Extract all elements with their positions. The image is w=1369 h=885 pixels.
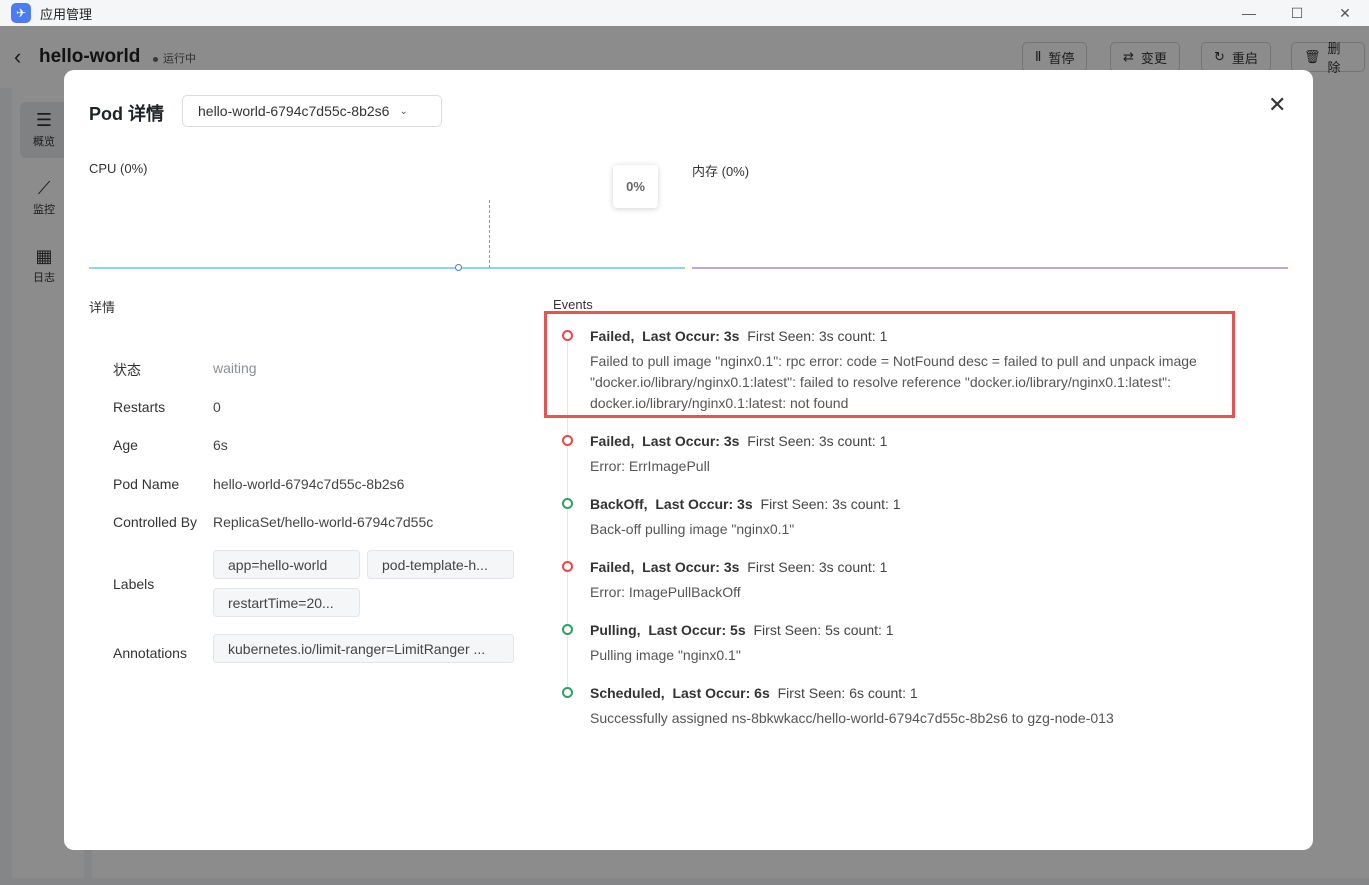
pod-detail-modal: Pod 详情 hello-world-6794c7d55c-8b2s6 ⌄ ✕ … (64, 70, 1313, 850)
modal-title: Pod 详情 (89, 104, 164, 124)
event-header: BackOff, Last Occur: 3s First Seen: 3s c… (590, 496, 901, 512)
event-header: Failed, Last Occur: 3s First Seen: 3s co… (590, 559, 887, 575)
app-title: 应用管理 (40, 6, 93, 22)
event-message: Pulling image "nginx0.1" (590, 647, 741, 663)
event-status-dot (562, 624, 573, 635)
event-reason: BackOff, (590, 496, 648, 512)
event-header: Failed, Last Occur: 3s First Seen: 3s co… (590, 433, 887, 449)
window-controls: — ☐ ✕ (1225, 0, 1369, 26)
event-status-dot (562, 435, 573, 446)
window-close-button[interactable]: ✕ (1321, 0, 1369, 26)
event-meta: First Seen: 5s count: 1 (753, 622, 894, 638)
event-last-occur: Last Occur: 6s (672, 685, 770, 701)
event-message: Back-off pulling image "nginx0.1" (590, 521, 795, 537)
detail-label-annotations: Annotations (113, 645, 187, 661)
event-status-dot (562, 561, 573, 572)
detail-label-status: 状态 (113, 362, 141, 378)
highlight-box (544, 311, 1235, 418)
event-last-occur: Last Occur: 3s (642, 559, 740, 575)
cpu-usage-line (89, 267, 685, 269)
event-status-dot (562, 498, 573, 509)
cpu-chart-label: CPU (0%) (89, 161, 148, 176)
detail-label-labels: Labels (113, 576, 155, 592)
window-titlebar: ✈ 应用管理 — ☐ ✕ (0, 0, 1369, 26)
pod-select-dropdown[interactable]: hello-world-6794c7d55c-8b2s6 ⌄ (182, 95, 442, 127)
event-reason: Failed, (590, 433, 635, 449)
event-message: Successfully assigned ns-8bkwkacc/hello-… (590, 710, 1114, 726)
event-meta: First Seen: 3s count: 1 (760, 496, 901, 512)
chart-hover-point (455, 264, 462, 271)
event-meta: First Seen: 3s count: 1 (747, 559, 888, 575)
detail-value-controlled-by: ReplicaSet/hello-world-6794c7d55c (213, 514, 434, 530)
pod-select-value: hello-world-6794c7d55c-8b2s6 (198, 103, 390, 119)
detail-value-pod-name: hello-world-6794c7d55c-8b2s6 (213, 476, 405, 492)
detail-label-age: Age (113, 437, 138, 453)
events-section-title: Events (553, 297, 593, 312)
details-section-title: 详情 (89, 300, 116, 315)
chart-crosshair (489, 200, 490, 268)
chevron-down-icon: ⌄ (399, 105, 408, 117)
annotation-tag[interactable]: kubernetes.io/limit-ranger=LimitRanger .… (213, 634, 514, 663)
label-tag[interactable]: app=hello-world (213, 550, 360, 579)
detail-value-status: waiting (213, 360, 257, 376)
event-status-dot (562, 687, 573, 698)
minimize-button[interactable]: — (1225, 0, 1273, 26)
detail-value-age: 6s (213, 437, 228, 453)
event-last-occur: Last Occur: 3s (642, 433, 740, 449)
rocket-icon: ✈ (11, 3, 31, 23)
detail-label-pod-name: Pod Name (113, 476, 180, 492)
event-last-occur: Last Occur: 5s (648, 622, 746, 638)
label-tag[interactable]: pod-template-h... (367, 550, 514, 579)
detail-label-restarts: Restarts (113, 399, 166, 415)
event-reason: Pulling, (590, 622, 641, 638)
event-last-occur: Last Occur: 3s (655, 496, 753, 512)
event-header: Pulling, Last Occur: 5s First Seen: 5s c… (590, 622, 894, 638)
detail-value-restarts: 0 (213, 399, 221, 415)
event-header: Scheduled, Last Occur: 6s First Seen: 6s… (590, 685, 918, 701)
close-button[interactable]: ✕ (1268, 94, 1286, 116)
event-message: Error: ErrImagePull (590, 458, 710, 474)
event-meta: First Seen: 6s count: 1 (777, 685, 918, 701)
event-reason: Failed, (590, 559, 635, 575)
maximize-button[interactable]: ☐ (1273, 0, 1321, 26)
event-message: Error: ImagePullBackOff (590, 584, 741, 600)
chart-tooltip: 0% (613, 165, 658, 208)
event-meta: First Seen: 3s count: 1 (747, 433, 888, 449)
event-reason: Scheduled, (590, 685, 665, 701)
detail-label-controlled-by: Controlled By (113, 514, 198, 530)
label-tag[interactable]: restartTime=20... (213, 588, 360, 617)
memory-usage-line (692, 267, 1288, 269)
memory-chart-label: 内存 (0%) (692, 164, 750, 179)
